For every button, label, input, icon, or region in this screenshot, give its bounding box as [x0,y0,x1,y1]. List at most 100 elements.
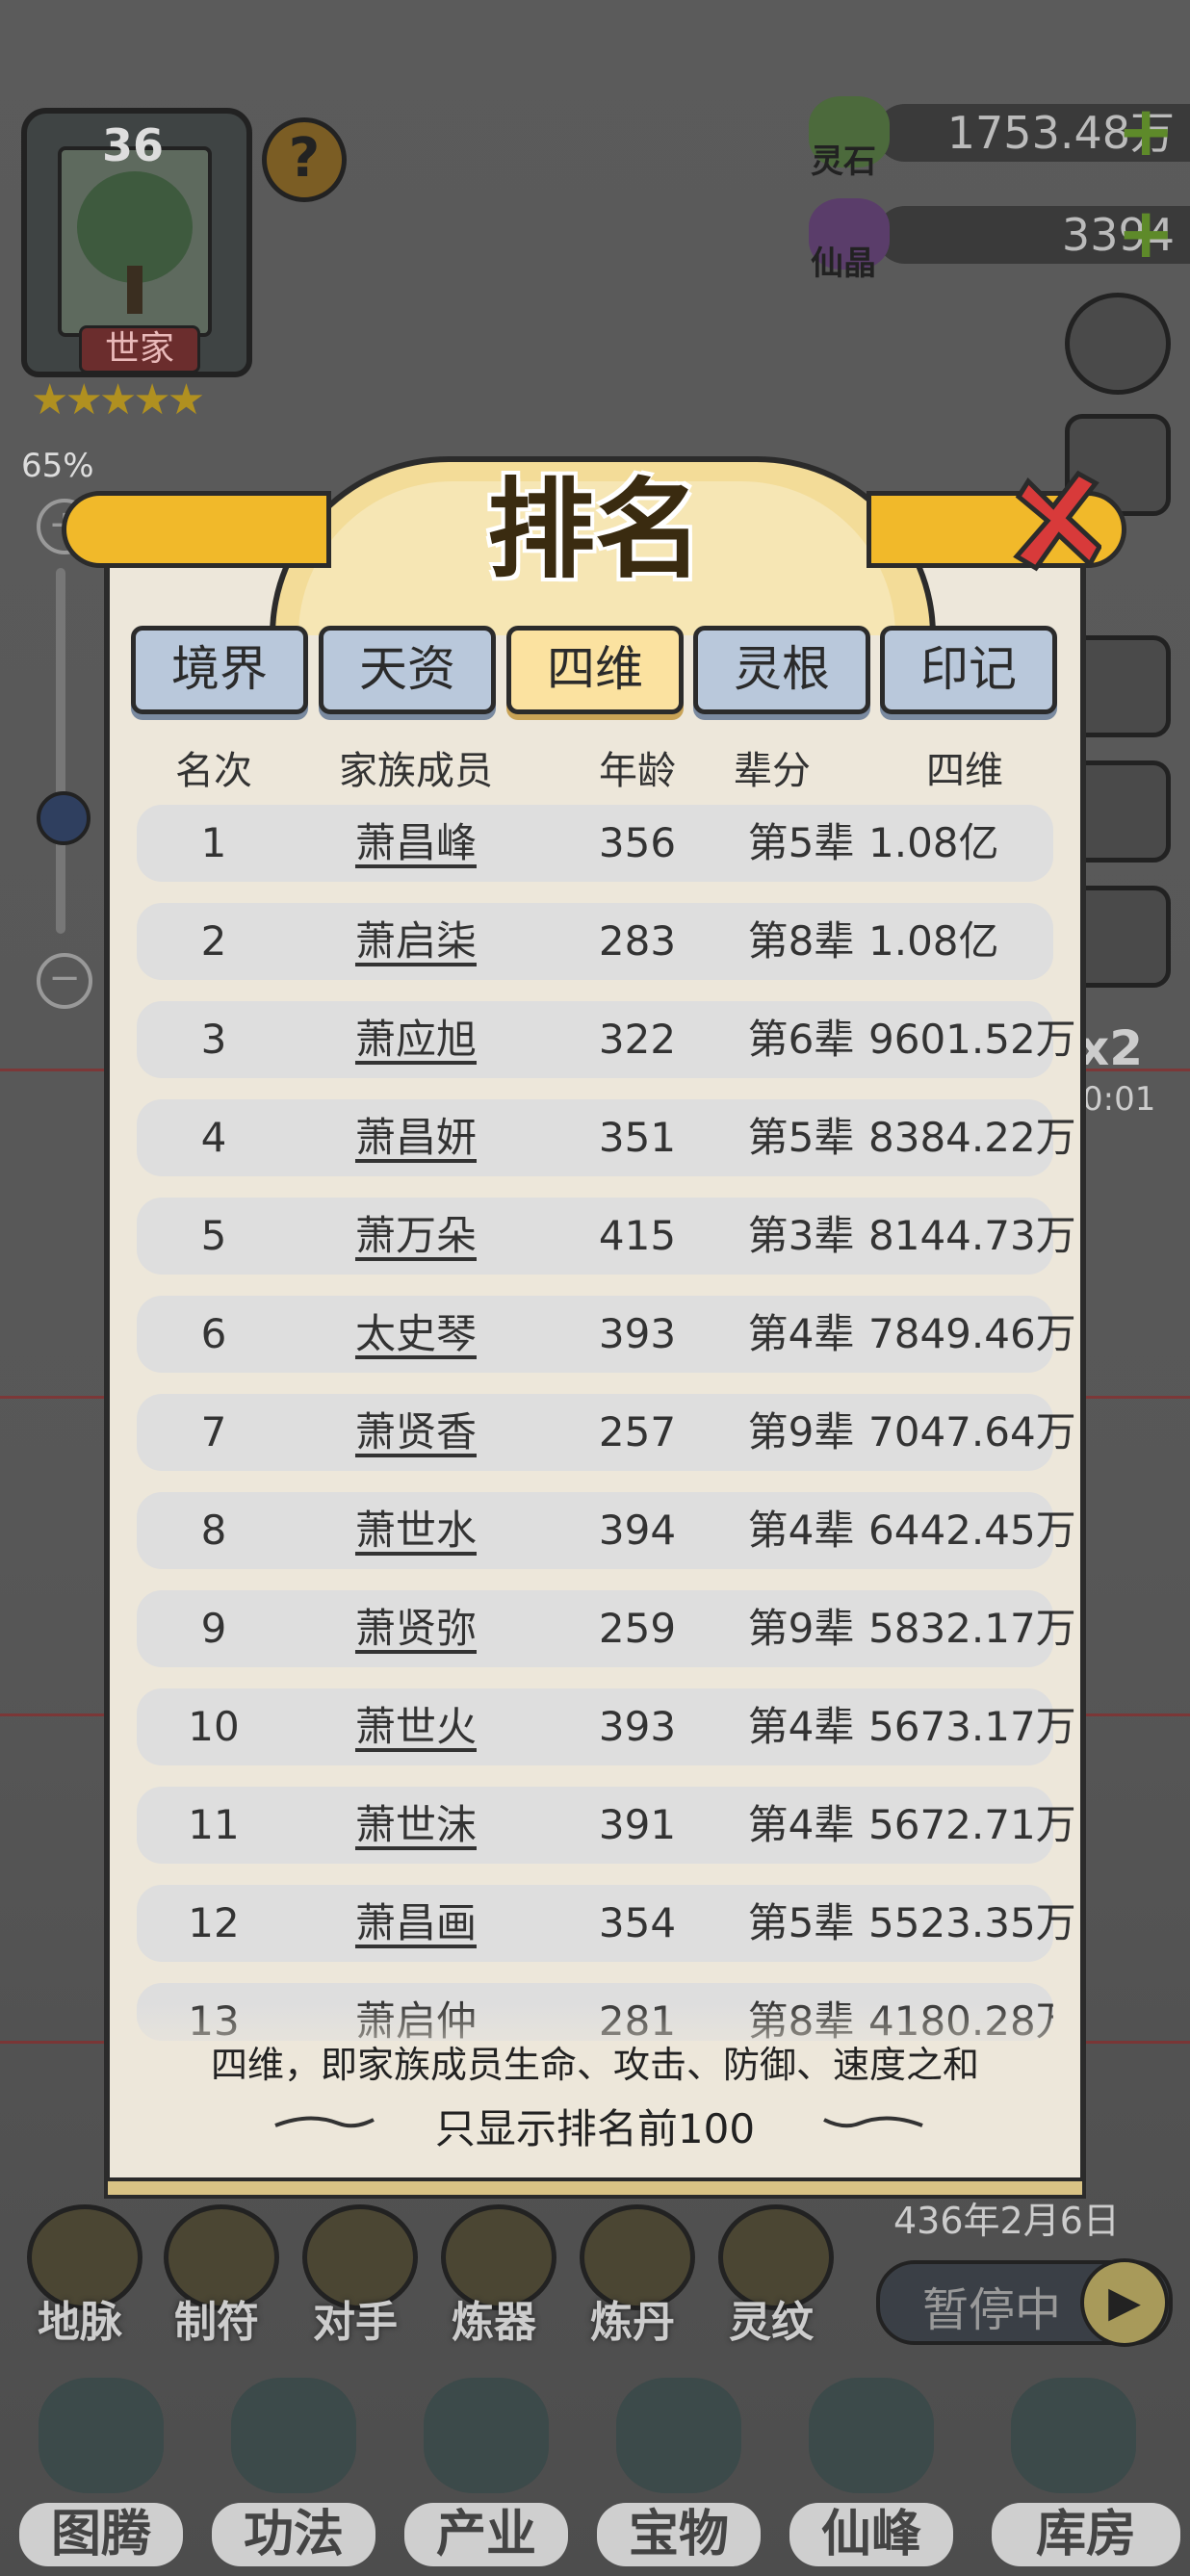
rank-cell: 8 [200,1507,227,1554]
dialog-title: 排名 [487,467,703,593]
industry-icon [424,2378,549,2493]
zoom-percent: 65% [21,447,94,485]
family-crest[interactable]: 36 世家 ★★★★★ [21,108,252,425]
nav-kufang[interactable]: 库房 [992,2378,1180,2576]
xianjing-add-button[interactable]: + [1117,198,1175,268]
nav-label: 图腾 [19,2503,183,2566]
age-cell: 415 [598,1212,677,1259]
nav-gongfa[interactable]: 功法 [212,2378,375,2576]
siwei-value-cell: 1.08亿 [868,819,999,866]
close-icon[interactable] [1009,468,1103,574]
tool-duishou[interactable]: 对手 [293,2204,418,2349]
siwei-value-cell: 5523.35万 [868,1899,1076,1946]
zoom-out-button[interactable]: − [37,953,92,1009]
pause-control[interactable]: 暂停中 ▶ [876,2258,1173,2347]
member-name-link[interactable]: 萧贤弥 [291,1590,541,1667]
table-row: 11 萧世沫 391 第4辈 5672.71万 [137,1787,1076,1864]
tool-dimai[interactable]: 地脉 [17,2204,142,2349]
generation-cell: 第5辈 [747,1114,855,1161]
generation-cell: 第3辈 [747,1212,855,1259]
siwei-value-cell: 5673.17万 [868,1703,1076,1750]
member-name-link[interactable]: 萧世水 [291,1492,541,1569]
settings-icon[interactable] [1065,293,1171,395]
age-cell: 283 [598,917,677,965]
generation-cell: 第4辈 [747,1310,855,1357]
age-cell: 394 [598,1507,677,1554]
header-member: 家族成员 [339,749,493,793]
tool-lingwen[interactable]: 灵纹 [709,2204,834,2349]
storehouse-icon [1011,2378,1136,2493]
nav-xianfeng[interactable]: 仙峰 [789,2378,953,2576]
tab-linggen[interactable]: 灵根 [693,626,870,714]
title-ribbon-left [62,491,331,568]
zoom-slider-handle[interactable] [37,791,91,845]
tool-zhifu[interactable]: 制符 [154,2204,279,2349]
tree-icon [58,146,212,337]
siwei-value-cell: 9601.52万 [868,1016,1076,1063]
rank-cell: 9 [200,1605,227,1652]
siwei-value-cell: 6442.45万 [868,1507,1076,1554]
age-cell: 356 [598,819,677,866]
member-name-link[interactable]: 太史琴 [291,1296,541,1373]
member-name-link[interactable]: 萧世火 [291,1688,541,1765]
member-name-link[interactable]: 萧世沫 [291,1787,541,1864]
generation-cell: 第5辈 [747,1899,855,1946]
nav-tuteng[interactable]: 图腾 [19,2378,183,2576]
cloud-ornament-right [820,2108,926,2137]
table-row: 8 萧世水 394 第4辈 6442.45万 [137,1492,1076,1569]
table-row: 6 太史琴 393 第4辈 7849.46万 [137,1296,1076,1373]
zoom-slider-track[interactable] [56,568,65,934]
tab-tianzi[interactable]: 天资 [319,626,496,714]
member-name-link[interactable]: 萧昌妍 [291,1099,541,1176]
nav-chanye[interactable]: 产业 [404,2378,568,2576]
header-generation: 辈分 [734,749,811,793]
tool-liandan[interactable]: 炼丹 [570,2204,695,2349]
dialog-bottom-edge [104,2177,1086,2199]
siwei-value-cell: 7849.46万 [868,1310,1076,1357]
generation-cell: 第4辈 [747,1507,855,1554]
tool-label: 地脉 [38,2298,122,2347]
tool-label: 对手 [313,2298,398,2347]
nav-label: 功法 [212,2503,375,2566]
nav-label: 库房 [992,2503,1180,2566]
speed-multiplier[interactable]: x2 [1078,1020,1143,1076]
lingshi-add-button[interactable]: + [1117,96,1175,166]
tool-lianqi[interactable]: 炼器 [431,2204,556,2349]
lingshi-label: 灵石 [811,142,876,181]
rank-cell: 3 [200,1016,227,1063]
family-rank: 世家 [79,325,200,374]
siwei-value-cell: 1.08亿 [868,917,999,965]
technique-icon [231,2378,356,2493]
top-100-note: 只显示排名前100 [434,2105,756,2152]
age-cell: 351 [598,1114,677,1161]
siwei-value-cell: 5832.17万 [868,1605,1076,1652]
nav-label: 产业 [404,2503,568,2566]
table-row: 10 萧世火 393 第4辈 5673.17万 [137,1688,1076,1765]
rank-cell: 10 [188,1703,240,1750]
tab-yinji[interactable]: 印记 [880,626,1057,714]
member-name-link[interactable]: 萧应旭 [291,1001,541,1078]
star-rating: ★★★★★ [31,375,205,425]
xianjing-label: 仙晶 [811,245,876,283]
tab-jingjie[interactable]: 境界 [131,626,308,714]
member-name-link[interactable]: 萧昌画 [291,1885,541,1962]
table-row: 3 萧应旭 322 第6辈 9601.52万 [137,1001,1076,1078]
member-name-link[interactable]: 萧万朵 [291,1198,541,1275]
table-row: 5 萧万朵 415 第3辈 8144.73万 [137,1198,1076,1275]
generation-cell: 第5辈 [747,819,855,866]
nav-baowu[interactable]: 宝物 [597,2378,761,2576]
rank-cell: 4 [200,1114,227,1161]
play-icon[interactable]: ▶ [1080,2258,1169,2347]
member-name-link[interactable]: 萧昌峰 [291,805,541,882]
rank-cell: 7 [200,1408,227,1455]
lingshi-counter: 灵石 1753.48万 + [809,96,1190,181]
siwei-value-cell: 5672.71万 [868,1801,1076,1848]
family-level: 36 [102,119,165,171]
member-name-link[interactable]: 萧启柒 [291,903,541,980]
tool-label: 炼器 [452,2298,536,2347]
help-icon[interactable]: ? [262,117,347,202]
table-row: 1 萧昌峰 356 第5辈 1.08亿 [137,805,1053,882]
member-name-link[interactable]: 萧贤香 [291,1394,541,1471]
tab-siwei[interactable]: 四维 [506,626,684,714]
tool-label: 制符 [174,2298,259,2347]
